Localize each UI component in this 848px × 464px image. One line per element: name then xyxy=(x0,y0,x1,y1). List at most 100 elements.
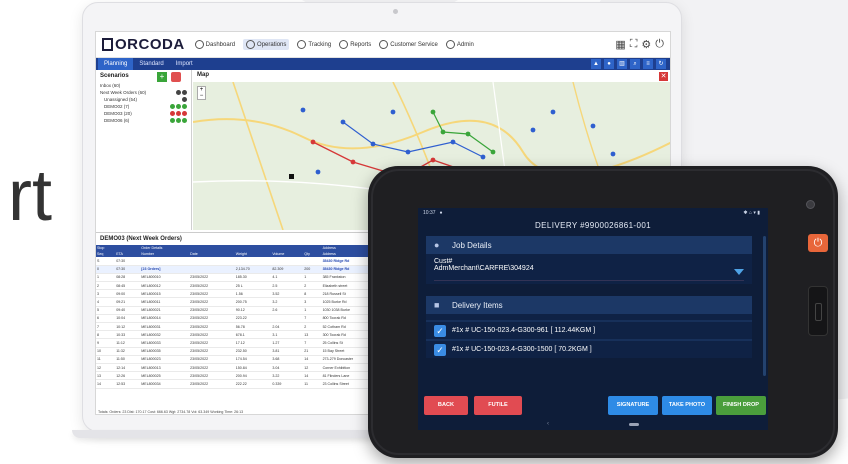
grid-icon[interactable]: ▦ xyxy=(615,38,625,51)
scenario-row[interactable]: DEMO02 (7) xyxy=(96,103,191,110)
nav-item-admin[interactable]: Admin xyxy=(445,39,474,50)
table-cell xyxy=(189,265,235,274)
table-row[interactable]: 13 12:26 MEL800025 23/05/2022 200.94 3.22 14 81… xyxy=(96,371,396,381)
field-underline xyxy=(434,280,744,281)
table-cell: 2,134.70 xyxy=(234,265,272,274)
scenario-settings-button[interactable] xyxy=(171,72,181,82)
table-cell: 10 xyxy=(96,347,116,356)
table-cell: 12:14 xyxy=(115,363,141,373)
table-cell: 11 xyxy=(96,355,116,364)
nav-item-operations[interactable]: Operations xyxy=(243,39,290,50)
scenario-status-dots xyxy=(170,104,187,109)
tab-planning[interactable]: Planning xyxy=(98,58,134,70)
delivery-items-header[interactable]: ■ Delivery Items xyxy=(426,296,752,314)
signature-button[interactable]: SIGNATURE xyxy=(608,395,658,415)
hero-headline-fragment: rt xyxy=(8,156,52,236)
nav-item-customer-service[interactable]: Customer Service xyxy=(379,39,438,50)
table-cell: 7 xyxy=(303,338,322,348)
delivery-item[interactable]: ✓ #1x # UC-150-023.4-G300-1500 [ 70.2KGM … xyxy=(426,341,752,358)
delivery-items-card: ■ Delivery Items ✓ #1x # UC-150-023.4-G30… xyxy=(426,296,752,358)
table-row[interactable]: 4 09:21 MEL800011 23/05/2022 200.75 3.2 3 1025 … xyxy=(96,297,396,307)
logo-text: ORCODA xyxy=(115,36,185,53)
table-cell: 23/05/2022 xyxy=(189,322,235,332)
checkbox-checked-icon[interactable]: ✓ xyxy=(434,324,446,337)
orcoda-logo: ORCODA xyxy=(102,36,185,53)
table-row[interactable]: 6 10:04 MEL800014 23/05/2022 223.22 7 800 Toor… xyxy=(96,314,396,324)
nav-item-tracking[interactable]: Tracking xyxy=(297,39,331,50)
table-row[interactable]: S 07:30 35430 Ridge Rd xyxy=(96,257,396,266)
fullscreen-icon[interactable]: ⛶ xyxy=(630,38,638,51)
tab-import[interactable]: Import xyxy=(170,58,199,70)
tablet-power-button[interactable]: ⏻ xyxy=(808,234,828,252)
finish-drop-button[interactable]: FINISH DROP xyxy=(716,395,766,415)
table-cell: MEL800015 xyxy=(140,289,190,299)
back-nav-icon[interactable]: ‹ xyxy=(547,421,549,427)
refresh-icon[interactable]: ↻ xyxy=(656,59,666,69)
chevron-down-icon[interactable] xyxy=(734,269,744,275)
scenario-row[interactable]: Inbox (60) xyxy=(96,82,191,89)
add-scenario-button[interactable]: + xyxy=(157,72,167,82)
table-cell: 08:28 xyxy=(115,273,141,283)
table-cell: 2.04 xyxy=(271,322,304,332)
table-cell xyxy=(303,257,322,266)
tablet-scrollbar[interactable] xyxy=(763,236,766,376)
futile-button[interactable]: FUTILE xyxy=(474,395,522,415)
table-row[interactable]: 14 12:53 MEL800034 23/05/2022 222.22 0.339 11 2… xyxy=(96,379,396,389)
location-icon[interactable]: ● xyxy=(604,59,614,69)
table-cell: 11:12 xyxy=(115,338,141,348)
orders-table: Stop Order Details Address Seq ETA Number D… xyxy=(96,245,396,389)
zoom-out-button[interactable]: − xyxy=(198,93,205,99)
settings-icon[interactable]: ⚙ xyxy=(641,38,651,51)
scenario-row[interactable]: Next Week Orders (60) xyxy=(96,89,191,96)
table-cell: 21 xyxy=(303,347,322,356)
table-cell: 14 xyxy=(303,355,322,364)
table-row[interactable]: 12 12:14 MEL800013 23/05/2022 150.84 3.04 12 Co… xyxy=(96,363,396,373)
table-row[interactable]: 7 10:12 MEL800031 23/05/2022 56.78 2.04 2 52 Co… xyxy=(96,322,396,332)
checkbox-checked-icon[interactable]: ✓ xyxy=(434,343,446,356)
admin-icon xyxy=(445,40,455,49)
chart-icon[interactable]: ▥ xyxy=(617,59,627,69)
table-row[interactable]: 3 09:00 MEL800015 23/05/2022 1.56 3.52 8 218 Ru… xyxy=(96,289,396,299)
scenario-row[interactable]: DEMO06 (6) xyxy=(96,117,191,124)
scenario-row[interactable]: Unassigned (54) xyxy=(96,96,191,103)
back-button[interactable]: BACK xyxy=(424,395,468,415)
tab-standard[interactable]: Standard xyxy=(133,58,169,70)
table-cell: 6 xyxy=(96,314,116,324)
table-row[interactable]: 5 09:40 MEL800021 23/05/2022 90.12 2.6 1 1030 1… xyxy=(96,306,396,315)
job-details-header[interactable]: ● Job Details xyxy=(426,236,752,254)
home-nav-icon[interactable] xyxy=(629,422,639,426)
table-cell: 0.339 xyxy=(271,379,304,389)
table-row[interactable]: 10 11:32 MEL800035 23/05/2022 232.50 3.81 21 15… xyxy=(96,347,396,356)
table-row[interactable]: 1 08:28 MEL800010 23/05/2022 185.30 4.1 1 385 F… xyxy=(96,273,396,283)
power-icon[interactable]: ⏻ xyxy=(655,38,664,51)
rugged-tablet: ⏻ 10:37 ● ✱ ⌂ ▾ ▮ DELIVERY #9900026861-0… xyxy=(368,166,838,458)
table-row[interactable]: 9 11:12 MEL800033 23/05/2022 17.12 1.27 7 25 Co… xyxy=(96,338,396,348)
search-icon[interactable]: ⌕ xyxy=(630,59,640,69)
table-cell: 3.1 xyxy=(271,330,304,340)
filter-icon[interactable]: ≡ xyxy=(643,59,653,69)
table-row[interactable]: 8 10:33 MEL800032 23/05/2022 678.1 3.1 13 300 T… xyxy=(96,330,396,340)
table-cell: 07:30 xyxy=(115,265,141,274)
table-cell: 200.75 xyxy=(234,297,272,307)
nav-item-reports[interactable]: Reports xyxy=(339,39,371,50)
table-cell: MEL800013 xyxy=(140,363,190,373)
scenario-row[interactable]: DEMO03 (20) xyxy=(96,110,191,117)
table-cell: 5 xyxy=(96,306,116,315)
delivery-item[interactable]: ✓ #1x # UC-150-023.4-G300-961 [ 112.44KGM… xyxy=(426,322,752,339)
nav-item-dashboard[interactable]: Dashboard xyxy=(194,39,235,50)
table-row[interactable]: 11 11:50 MEL800023 23/05/2022 174.54 3.68 14 27… xyxy=(96,355,396,364)
table-cell: 23/05/2022 xyxy=(189,273,235,283)
nav-item-label: Customer Service xyxy=(390,41,438,48)
status-time: 10:37 xyxy=(423,210,436,216)
table-cell: 11:32 xyxy=(115,347,141,356)
warning-icon[interactable]: ▲ xyxy=(591,59,601,69)
table-row[interactable]: 2 08:45 MEL800012 23/05/2022 25 L 2.5 2 Elizabe… xyxy=(96,281,396,291)
table-row[interactable]: 0 07:30 [23 Orders] 2,134.70 82.309 200 35430 … xyxy=(96,265,396,274)
table-cell: MEL800035 xyxy=(140,347,190,356)
map-zoom-control[interactable]: + − xyxy=(197,86,206,100)
delivery-item-label: #1x # UC-150-023.4-G300-961 [ 112.44KGM … xyxy=(452,327,596,334)
table-cell: 23/05/2022 xyxy=(189,338,235,348)
take-photo-button[interactable]: TAKE PHOTO xyxy=(662,395,712,415)
customer-field[interactable]: Cust# AdmMerchant\CARFRE\304924 xyxy=(426,254,752,284)
map-close-button[interactable]: ✕ xyxy=(659,72,668,81)
